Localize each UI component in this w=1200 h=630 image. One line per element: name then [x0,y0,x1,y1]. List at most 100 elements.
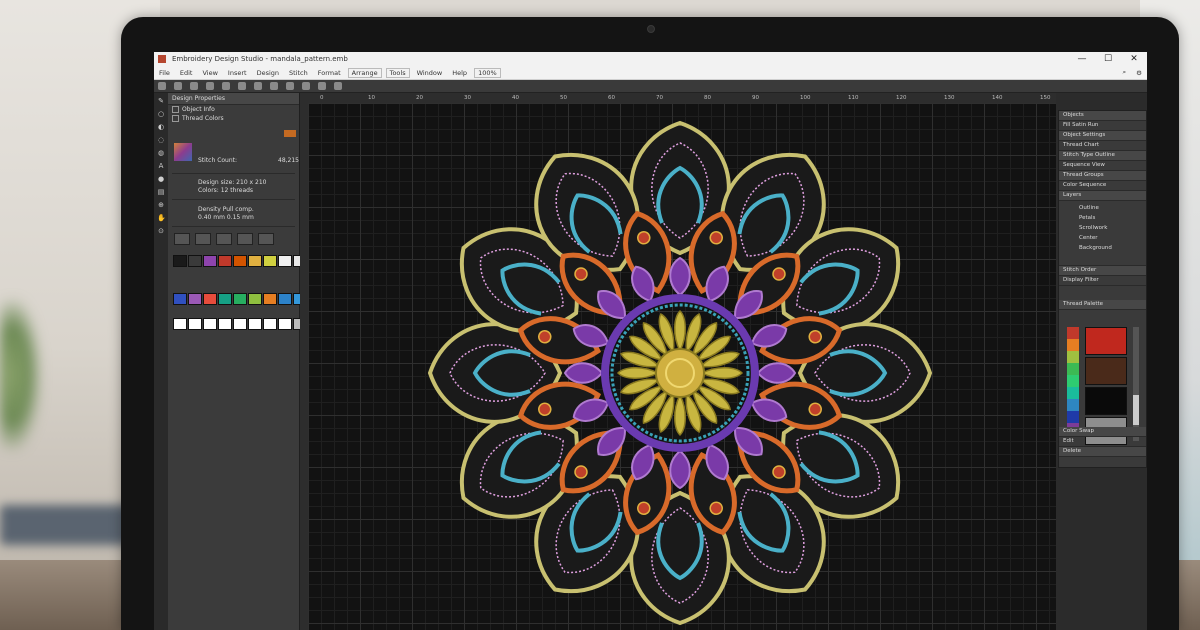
thread-swatch[interactable] [248,293,262,305]
menu-help[interactable]: Help [447,69,472,77]
thread-swatch[interactable] [233,318,247,330]
shape-icon[interactable]: ◐ [157,123,165,131]
paste-icon[interactable] [270,82,278,90]
palette-color[interactable] [1067,351,1079,363]
thread-swatch[interactable] [188,293,202,305]
stitch-icon[interactable] [334,82,342,90]
layer-icon[interactable]: ▤ [157,188,165,196]
color-icon[interactable]: ● [157,175,165,183]
open-icon[interactable] [174,82,182,90]
undo-icon[interactable] [206,82,214,90]
thread-swatch[interactable] [248,318,262,330]
maximize-button[interactable]: ☐ [1095,54,1121,64]
save-icon[interactable] [190,82,198,90]
layer-item[interactable]: Center [1063,233,1142,243]
redo-icon[interactable] [222,82,230,90]
thread-swatch[interactable] [173,255,187,267]
color-button[interactable] [284,130,296,137]
thread-swatch[interactable] [218,293,232,305]
thread-swatch[interactable] [203,255,217,267]
measure-icon[interactable]: ⊕ [157,201,165,209]
pen-icon[interactable]: ✎ [157,97,165,105]
panel-row[interactable]: Stitch Order [1059,266,1146,276]
thread-swatch[interactable] [263,293,277,305]
palette-color[interactable] [1067,339,1079,351]
panel-row[interactable]: Fill Satin Run [1059,121,1146,131]
thread-swatch[interactable] [203,293,217,305]
thread-colors-row[interactable]: Thread Colors [168,114,299,123]
thread-swatch[interactable] [218,255,232,267]
edit-row[interactable]: Edit [1059,437,1146,447]
zoom-icon[interactable]: ⊙ [157,227,165,235]
thread-swatch[interactable] [233,293,247,305]
hand-icon[interactable]: ✋ [157,214,166,222]
text-icon[interactable]: A [157,162,165,170]
panel-row[interactable]: Color Sequence [1059,181,1146,191]
palette-color[interactable] [1067,363,1079,375]
palette-swatch[interactable] [1085,357,1127,385]
menu-tools[interactable]: Tools [385,67,410,78]
canvas-grid[interactable] [308,103,1056,630]
thread-swatch[interactable] [278,255,292,267]
thread-swatch[interactable] [263,255,277,267]
palette-color[interactable] [1067,327,1079,339]
tool-button[interactable] [237,233,253,245]
palette-color-strip[interactable] [1067,327,1079,441]
thread-swatch[interactable] [218,318,232,330]
node-icon[interactable]: ◌ [157,136,165,144]
menu-view[interactable]: View [197,69,222,77]
panel-row[interactable]: Thread Chart [1059,141,1146,151]
tool-button[interactable] [195,233,211,245]
thread-swatch[interactable] [233,255,247,267]
mandala-embroidery-design[interactable] [420,113,940,630]
checkbox[interactable] [172,106,179,113]
panel-row[interactable]: Stitch Type Outline [1059,151,1146,161]
panel-row[interactable]: Object Settings [1059,131,1146,141]
layer-item[interactable]: Petals [1063,213,1142,223]
thread-swatch[interactable] [173,318,187,330]
menu-arrange[interactable]: Arrange [347,67,382,78]
menu-window[interactable]: Window [412,69,448,77]
zoom-field[interactable]: 100% [474,67,501,78]
minimize-button[interactable]: — [1069,54,1095,64]
fill-icon[interactable]: ◍ [157,149,165,157]
palette-swatch[interactable] [1085,387,1127,415]
tool-button[interactable] [216,233,232,245]
menu-format[interactable]: Format [313,69,346,77]
menu-file[interactable]: File [154,69,175,77]
new-icon[interactable] [158,82,166,90]
layer-item[interactable]: Background [1063,243,1142,253]
tool-button[interactable] [258,233,274,245]
thread-swatch[interactable] [263,318,277,330]
palette-color[interactable] [1067,375,1079,387]
grid-icon[interactable] [318,82,326,90]
palette-color[interactable] [1067,411,1079,423]
delete-row[interactable]: Delete [1059,447,1146,457]
zoom-in-icon[interactable] [286,82,294,90]
select-icon[interactable]: ○ [157,110,165,118]
menu-design[interactable]: Design [252,69,284,77]
thread-swatch[interactable] [203,318,217,330]
zoom-out-icon[interactable] [302,82,310,90]
menu-stitch[interactable]: Stitch [284,69,313,77]
panel-row[interactable]: Display Filter [1059,276,1146,286]
color-swap-row[interactable]: Color Swap [1059,427,1146,437]
layer-item[interactable]: Outline [1063,203,1142,213]
panel-row[interactable]: Objects [1059,111,1146,121]
settings-icon[interactable]: ⚙ [1131,69,1147,77]
palette-scrollbar[interactable] [1133,327,1139,441]
thread-swatch[interactable] [173,293,187,305]
palette-swatch[interactable] [1085,327,1127,355]
tool-button[interactable] [174,233,190,245]
close-button[interactable]: ✕ [1121,54,1147,64]
thread-swatch[interactable] [278,318,292,330]
scrollbar-thumb[interactable] [1133,395,1139,425]
thread-swatch[interactable] [278,293,292,305]
object-info-row[interactable]: Object Info [168,105,299,114]
layer-item[interactable]: Scrollwork [1063,223,1142,233]
thread-swatch[interactable] [188,255,202,267]
menu-edit[interactable]: Edit [175,69,198,77]
thread-swatch[interactable] [188,318,202,330]
palette-color[interactable] [1067,387,1079,399]
menu-insert[interactable]: Insert [223,69,252,77]
